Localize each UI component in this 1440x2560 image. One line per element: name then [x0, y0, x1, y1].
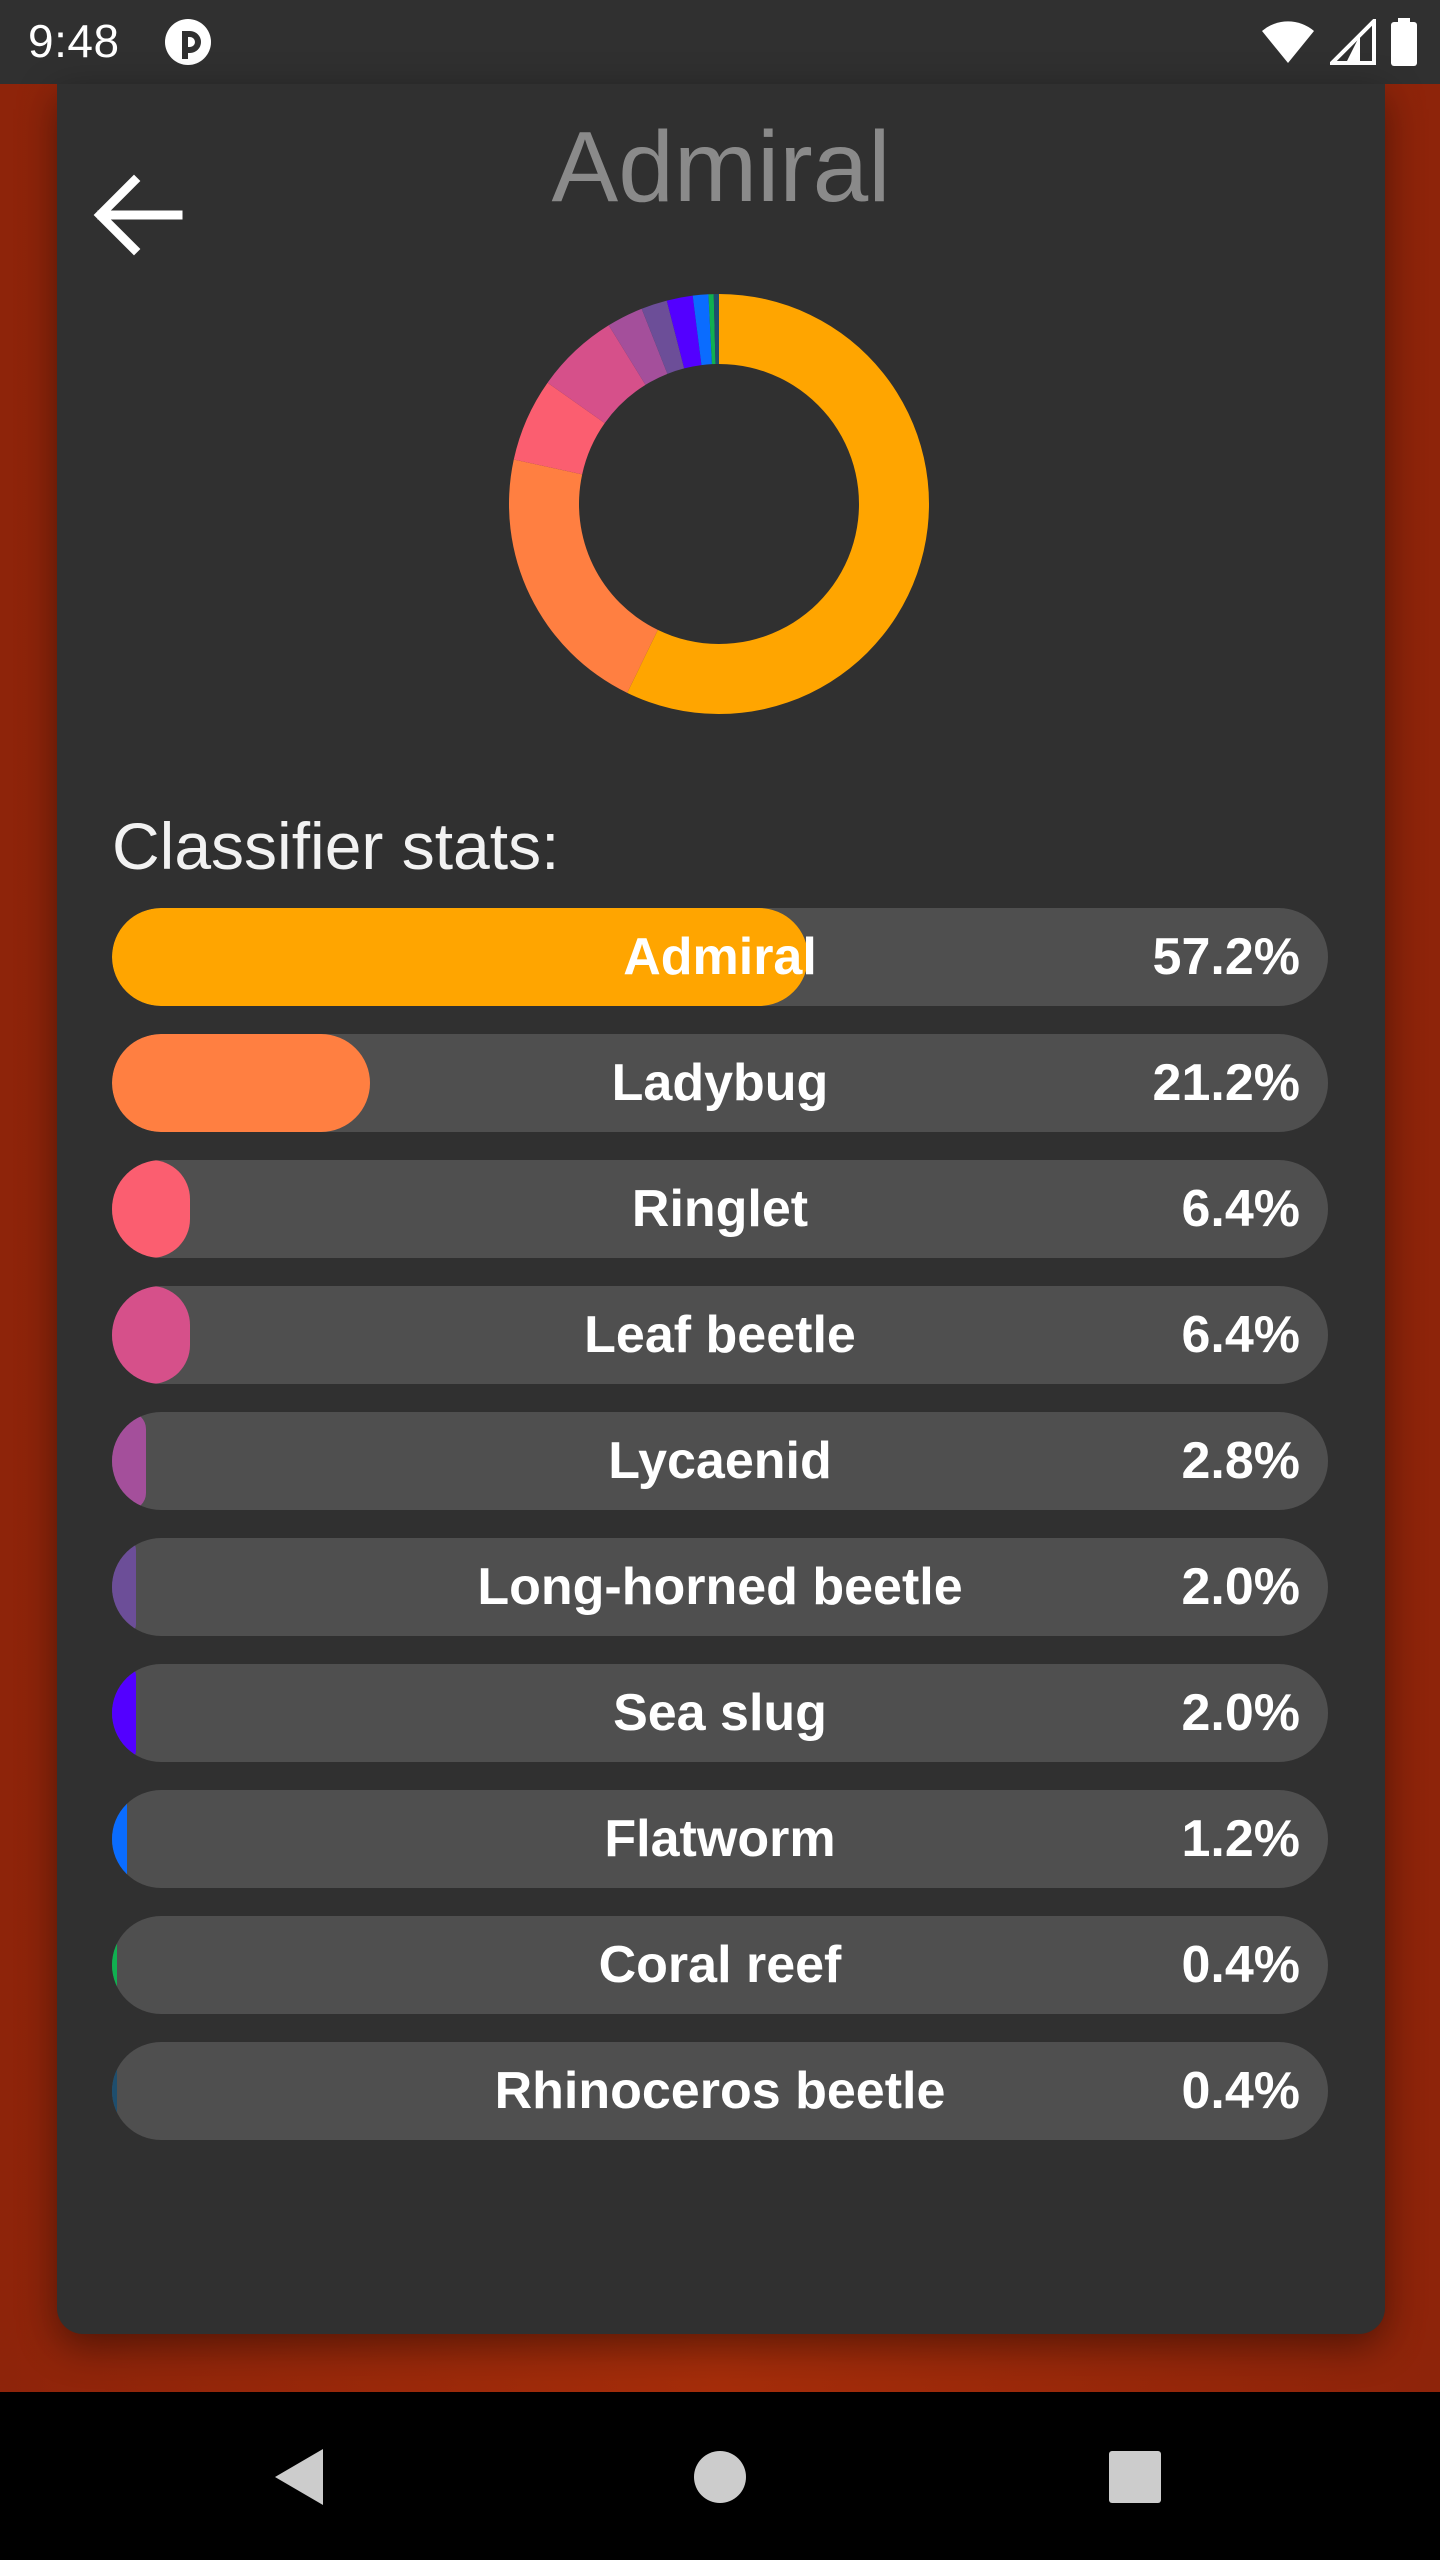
stat-row: Ringlet 6.4% — [112, 1160, 1328, 1258]
nav-home-button[interactable] — [675, 2432, 765, 2522]
stat-value: 6.4% — [1181, 1180, 1300, 1238]
stats-heading: Classifier stats: — [112, 809, 560, 883]
nav-recents-button[interactable] — [1090, 2432, 1180, 2522]
classification-card: Admiral Classifier stats: Admiral 57.2% La… — [57, 84, 1385, 2334]
stat-label: Flatworm — [604, 1810, 836, 1868]
stat-label: Ringlet — [631, 1180, 809, 1238]
stat-row: Flatworm 1.2% — [112, 1790, 1328, 1888]
navigation-bar — [0, 2392, 1440, 2560]
stat-value: 6.4% — [1181, 1306, 1300, 1364]
stat-value: 1.2% — [1181, 1810, 1300, 1868]
stat-row: Ladybug 21.2% — [112, 1034, 1328, 1132]
stat-label: Sea slug — [613, 1684, 827, 1742]
cell-signal-icon — [1330, 19, 1376, 65]
stat-row: Leaf beetle 6.4% — [112, 1286, 1328, 1384]
stat-row: Rhinoceros beetle 0.4% — [112, 2042, 1328, 2140]
status-icons — [1260, 18, 1418, 66]
stat-value: 57.2% — [1152, 928, 1300, 986]
stat-row: Admiral 57.2% — [112, 908, 1328, 1006]
square-recents-icon — [1109, 2451, 1161, 2503]
page-title: Admiral — [551, 111, 891, 223]
stat-value: 2.0% — [1181, 1684, 1300, 1742]
app-notification-icon — [164, 18, 212, 66]
stat-label: Lycaenid — [608, 1432, 832, 1490]
stat-label: Admiral — [623, 928, 817, 986]
stat-value: 21.2% — [1152, 1054, 1300, 1112]
stat-value: 0.4% — [1181, 2062, 1300, 2120]
nav-back-button[interactable] — [256, 2432, 346, 2522]
status-time: 9:48 — [28, 15, 120, 67]
stat-label: Leaf beetle — [584, 1306, 856, 1364]
donut-slice — [509, 459, 658, 693]
stat-value: 2.8% — [1181, 1432, 1300, 1490]
stat-label: Ladybug — [611, 1054, 829, 1112]
triangle-back-icon — [275, 2449, 323, 2505]
battery-icon — [1390, 18, 1418, 66]
stat-row: Coral reef 0.4% — [112, 1916, 1328, 2014]
stat-row: Lycaenid 2.8% — [112, 1412, 1328, 1510]
stat-row: Long-horned beetle 2.0% — [112, 1538, 1328, 1636]
status-bar: 9:48 — [0, 0, 1440, 84]
stats-list: Admiral 57.2% Ladybug 21.2% Ringlet 6.4% Leaf … — [112, 908, 1328, 2168]
stat-label: Long-horned beetle — [477, 1558, 963, 1616]
stat-value: 0.4% — [1181, 1936, 1300, 1994]
circle-home-icon — [694, 2451, 746, 2503]
stat-label: Rhinoceros beetle — [494, 2062, 946, 2120]
wifi-icon — [1260, 19, 1316, 65]
stat-label: Coral reef — [598, 1936, 842, 1994]
stat-row: Sea slug 2.0% — [112, 1664, 1328, 1762]
stat-value: 2.0% — [1181, 1558, 1300, 1616]
donut-chart — [509, 294, 929, 714]
